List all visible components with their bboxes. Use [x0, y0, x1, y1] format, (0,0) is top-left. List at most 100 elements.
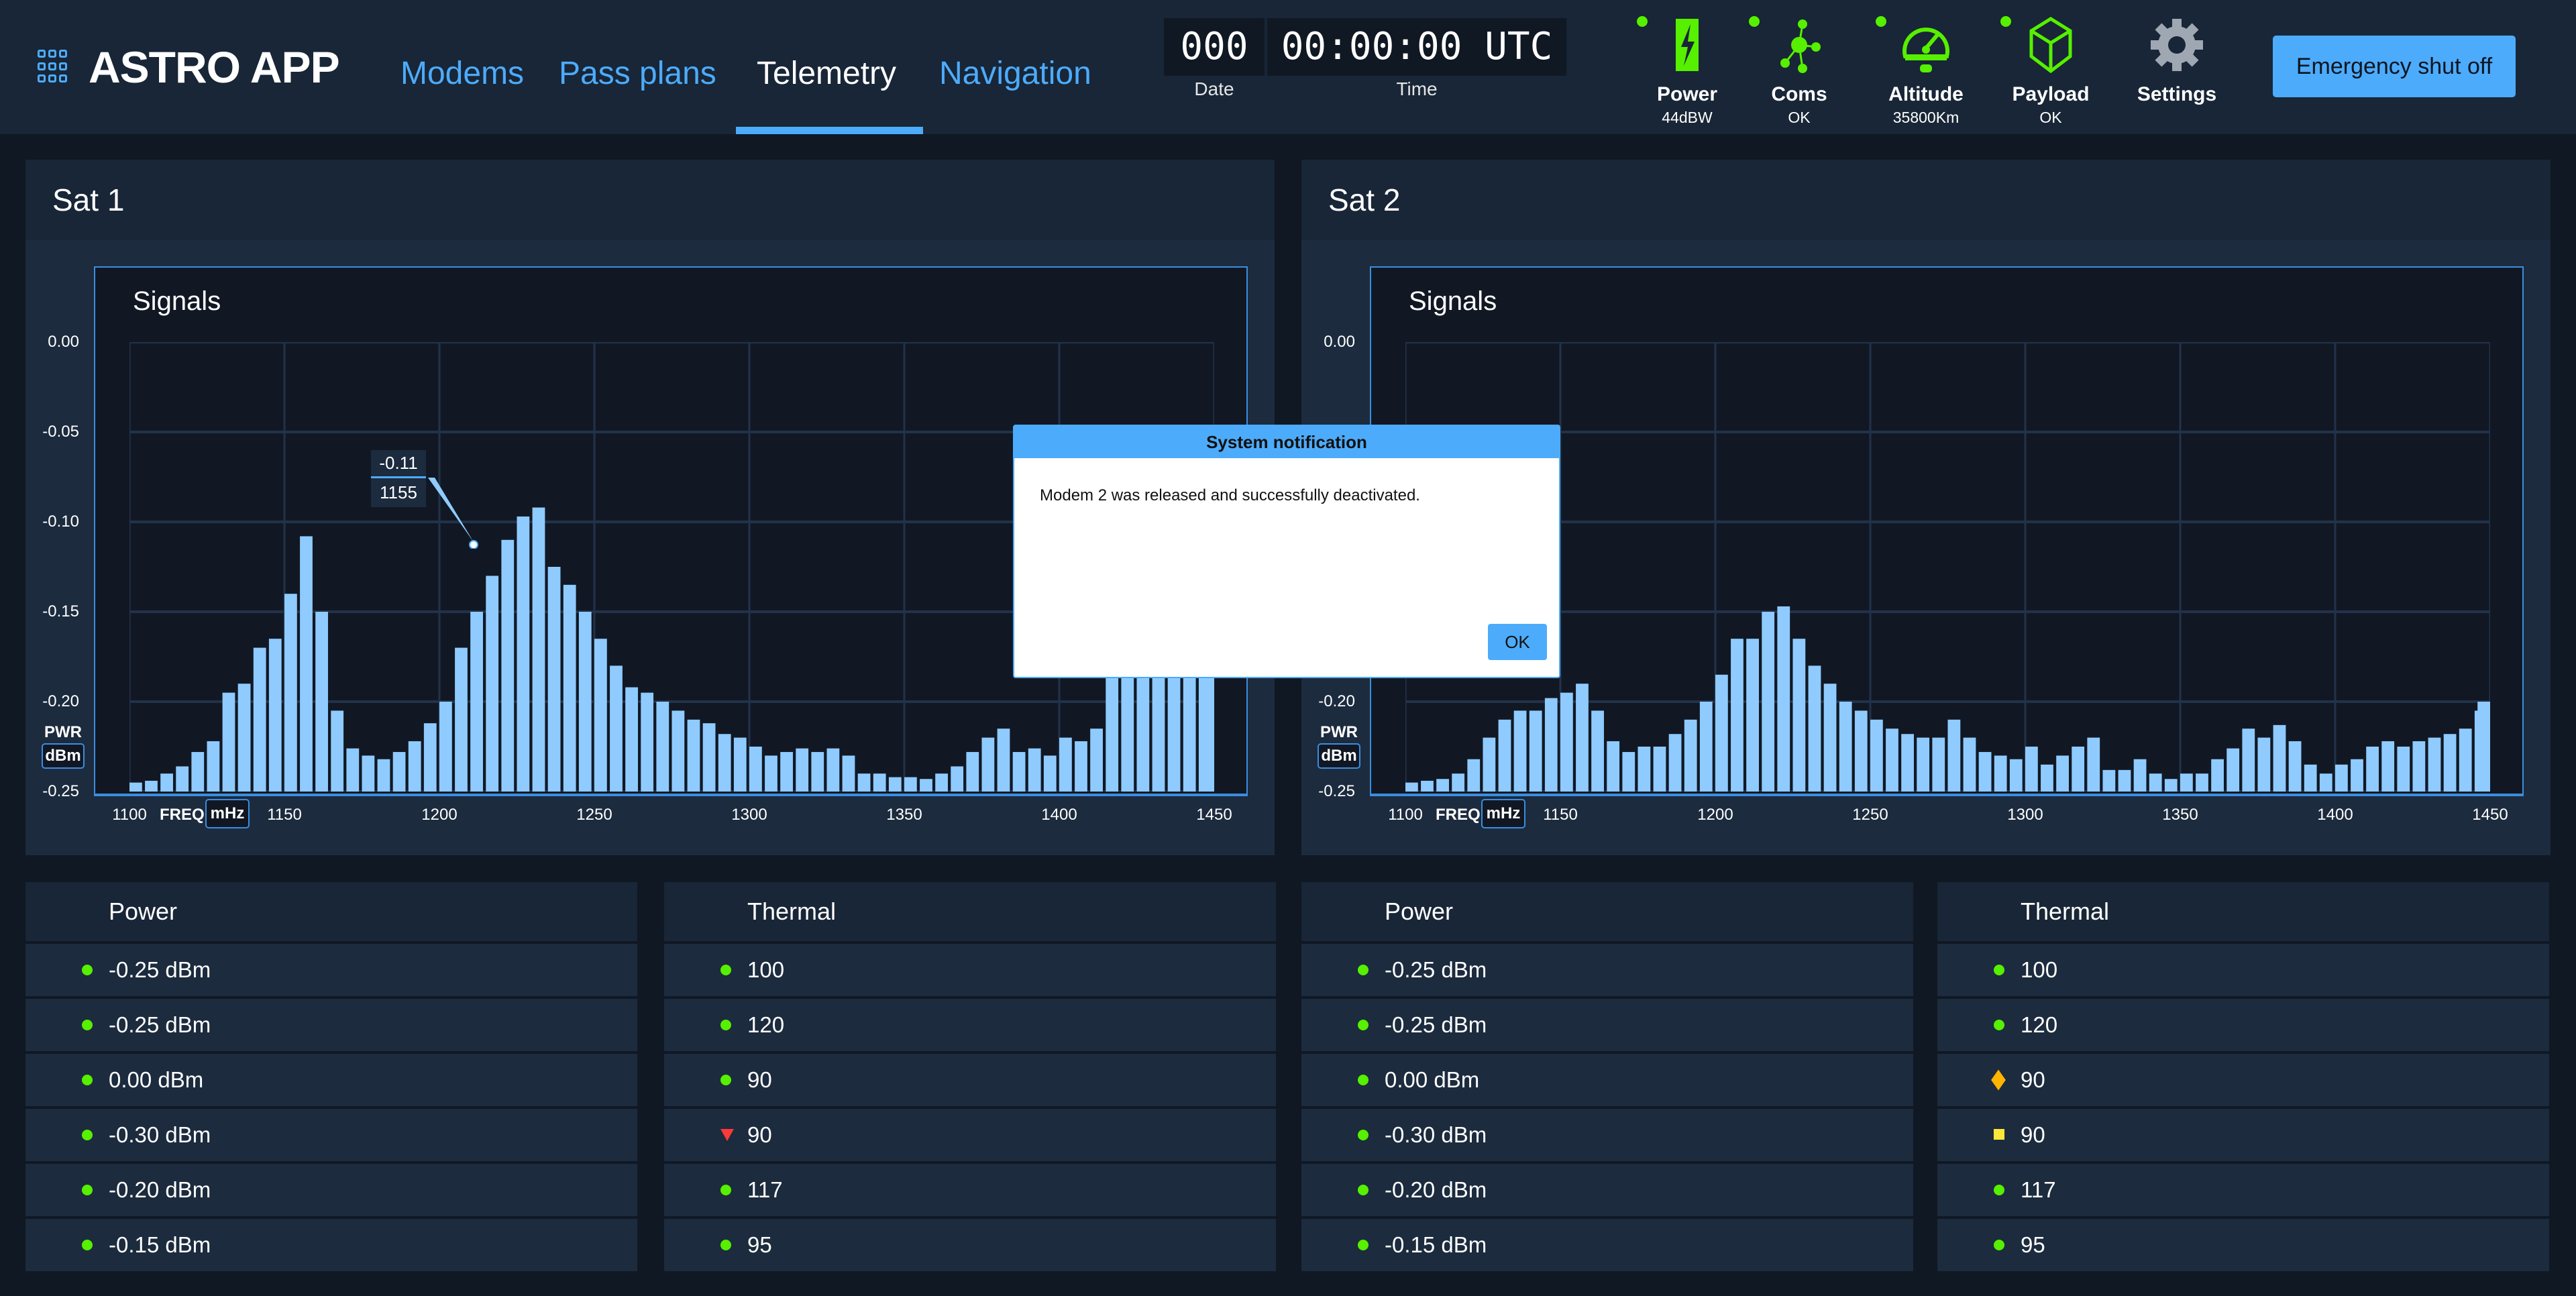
- bar[interactable]: [2459, 728, 2472, 792]
- table-row[interactable]: 117: [664, 1164, 1276, 1216]
- bar[interactable]: [2257, 737, 2271, 792]
- settings-button[interactable]: Settings: [2120, 15, 2234, 106]
- bar[interactable]: [501, 539, 515, 792]
- bar[interactable]: [346, 748, 360, 792]
- bar[interactable]: [1075, 741, 1087, 792]
- bar[interactable]: [392, 752, 406, 792]
- bar[interactable]: [1994, 755, 2007, 792]
- bar[interactable]: [455, 647, 468, 792]
- bar[interactable]: [1622, 752, 1635, 792]
- bar[interactable]: [1839, 702, 1852, 792]
- bar[interactable]: [2102, 769, 2116, 792]
- table-row[interactable]: 120: [664, 999, 1276, 1051]
- bar[interactable]: [811, 752, 824, 792]
- bar[interactable]: [2009, 759, 2023, 792]
- bar[interactable]: [470, 612, 483, 792]
- bar[interactable]: [268, 639, 282, 792]
- x-unit-button[interactable]: mHz: [205, 799, 250, 828]
- bar[interactable]: [191, 752, 205, 792]
- bar[interactable]: [842, 755, 855, 792]
- bar[interactable]: [284, 594, 297, 792]
- tab-modems[interactable]: Modems: [400, 55, 524, 92]
- bar[interactable]: [641, 692, 654, 792]
- bar[interactable]: [1792, 639, 1806, 792]
- bar[interactable]: [1823, 684, 1837, 792]
- bar[interactable]: [718, 734, 731, 792]
- tab-pass-plans[interactable]: Pass plans: [559, 55, 716, 92]
- bar[interactable]: [1436, 779, 1449, 792]
- bar[interactable]: [2273, 724, 2286, 792]
- bar[interactable]: [547, 567, 561, 792]
- bar[interactable]: [656, 702, 669, 792]
- bar[interactable]: [129, 782, 142, 792]
- table-row[interactable]: 90: [664, 1054, 1276, 1106]
- bar[interactable]: [1090, 728, 1103, 792]
- bar[interactable]: [1653, 747, 1666, 792]
- bar[interactable]: [981, 737, 995, 792]
- table-row[interactable]: 90: [664, 1109, 1276, 1161]
- bar[interactable]: [1963, 737, 1976, 792]
- bar[interactable]: [1012, 752, 1026, 792]
- table-row[interactable]: 117: [1937, 1164, 2549, 1216]
- bar[interactable]: [362, 755, 375, 792]
- bar[interactable]: [145, 780, 158, 792]
- bar[interactable]: [687, 719, 700, 792]
- bar[interactable]: [2412, 741, 2426, 792]
- bar[interactable]: [439, 702, 452, 792]
- bar[interactable]: [2443, 734, 2457, 792]
- table-row[interactable]: -0.15 dBm: [25, 1219, 637, 1271]
- bar[interactable]: [1028, 748, 1041, 792]
- table-row[interactable]: -0.30 dBm: [25, 1109, 637, 1161]
- bar[interactable]: [2288, 741, 2302, 792]
- bar[interactable]: [1947, 719, 1961, 792]
- bar[interactable]: [578, 612, 592, 792]
- emergency-shut-off-button[interactable]: Emergency shut off: [2273, 36, 2516, 97]
- bar[interactable]: [1777, 606, 1790, 792]
- bar[interactable]: [1591, 710, 1604, 792]
- table-row[interactable]: 95: [664, 1219, 1276, 1271]
- x-unit-button[interactable]: mHz: [1481, 799, 1525, 828]
- bar[interactable]: [2196, 773, 2208, 792]
- bar[interactable]: [1452, 773, 1465, 792]
- y-unit-button[interactable]: dBm: [42, 743, 85, 769]
- bar[interactable]: [2351, 759, 2363, 792]
- bar[interactable]: [1886, 728, 1898, 792]
- bar[interactable]: [2381, 741, 2395, 792]
- status-payload[interactable]: Payload OK: [1994, 15, 2108, 127]
- bar[interactable]: [2180, 773, 2193, 792]
- bar[interactable]: [749, 747, 762, 792]
- table-row[interactable]: -0.25 dBm: [25, 999, 637, 1051]
- bar[interactable]: [951, 766, 964, 792]
- bar[interactable]: [966, 752, 979, 792]
- bar[interactable]: [563, 584, 576, 792]
- bar[interactable]: [1560, 692, 1573, 792]
- bar[interactable]: [2242, 728, 2255, 792]
- bar[interactable]: [826, 748, 840, 792]
- table-row[interactable]: 100: [664, 944, 1276, 996]
- bar[interactable]: [2056, 755, 2069, 792]
- bar[interactable]: [1932, 737, 1945, 792]
- bar[interactable]: [315, 612, 328, 792]
- bar[interactable]: [2164, 779, 2178, 792]
- status-altitude[interactable]: Altitude 35800Km: [1869, 15, 1983, 127]
- bar[interactable]: [1498, 719, 1511, 792]
- bar[interactable]: [1421, 780, 1434, 792]
- bar[interactable]: [1405, 782, 1418, 792]
- bar[interactable]: [765, 755, 777, 792]
- bar[interactable]: [1854, 710, 1868, 792]
- bar[interactable]: [1808, 665, 1821, 792]
- bar[interactable]: [207, 741, 220, 792]
- bar[interactable]: [517, 516, 530, 792]
- status-power[interactable]: Power 44dBW: [1630, 15, 1744, 127]
- bar[interactable]: [857, 773, 871, 792]
- y-unit-button[interactable]: dBm: [1318, 743, 1360, 769]
- bar[interactable]: [1668, 734, 1682, 792]
- bar[interactable]: [1917, 737, 1930, 792]
- bar[interactable]: [1059, 737, 1072, 792]
- bar[interactable]: [1746, 639, 1759, 792]
- bar[interactable]: [2335, 764, 2348, 792]
- table-row[interactable]: -0.20 dBm: [1301, 1164, 1913, 1216]
- bar[interactable]: [920, 779, 932, 792]
- bar[interactable]: [2211, 759, 2224, 792]
- bar[interactable]: [2304, 764, 2317, 792]
